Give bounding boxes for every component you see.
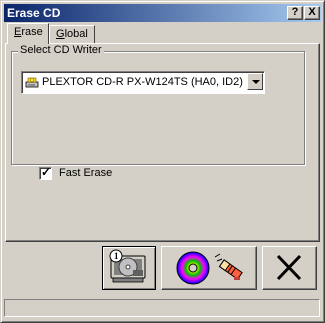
cd-drive-icon [25, 77, 39, 88]
tab-global-accel: G [56, 28, 65, 40]
select-cd-writer-group: Select CD Writer [11, 44, 305, 165]
disc-eraser-icon [176, 251, 243, 285]
window-title: Erase CD [7, 6, 61, 20]
tab-strip: Erase Global [5, 23, 321, 44]
group-legend: Select CD Writer [18, 44, 104, 56]
checkmark-icon: ✓ [41, 165, 52, 179]
erase-cd-window: Erase CD ? X Erase Global Select CD Writ… [0, 0, 325, 323]
tab-erase-label: rase [21, 26, 43, 38]
chevron-down-icon [252, 80, 260, 84]
fast-erase-checkbox[interactable]: ✓ [39, 165, 52, 180]
erase-disc-button[interactable]: 1 [102, 246, 156, 290]
status-bar [4, 297, 321, 319]
tab-global-label: lobal [64, 28, 88, 40]
tab-erase[interactable]: Erase [7, 23, 49, 44]
cancel-button[interactable] [262, 246, 317, 290]
disc-info-icon: 1 [109, 249, 146, 283]
status-pane [4, 299, 320, 317]
title-bar[interactable]: Erase CD ? X [4, 4, 321, 22]
tab-global[interactable]: Global [49, 25, 95, 43]
erase-start-button[interactable] [161, 246, 257, 290]
cd-writer-value: PLEXTOR CD-R PX-W124TS (HA0, ID2) [42, 76, 243, 88]
close-button[interactable]: X [304, 6, 320, 20]
close-x-icon [276, 254, 302, 281]
svg-text:1: 1 [114, 251, 119, 261]
dropdown-button[interactable] [247, 73, 263, 90]
cd-writer-select[interactable]: PLEXTOR CD-R PX-W124TS (HA0, ID2) [21, 71, 265, 94]
help-button[interactable]: ? [287, 6, 303, 20]
fast-erase-label: Fast Erase [59, 167, 113, 179]
